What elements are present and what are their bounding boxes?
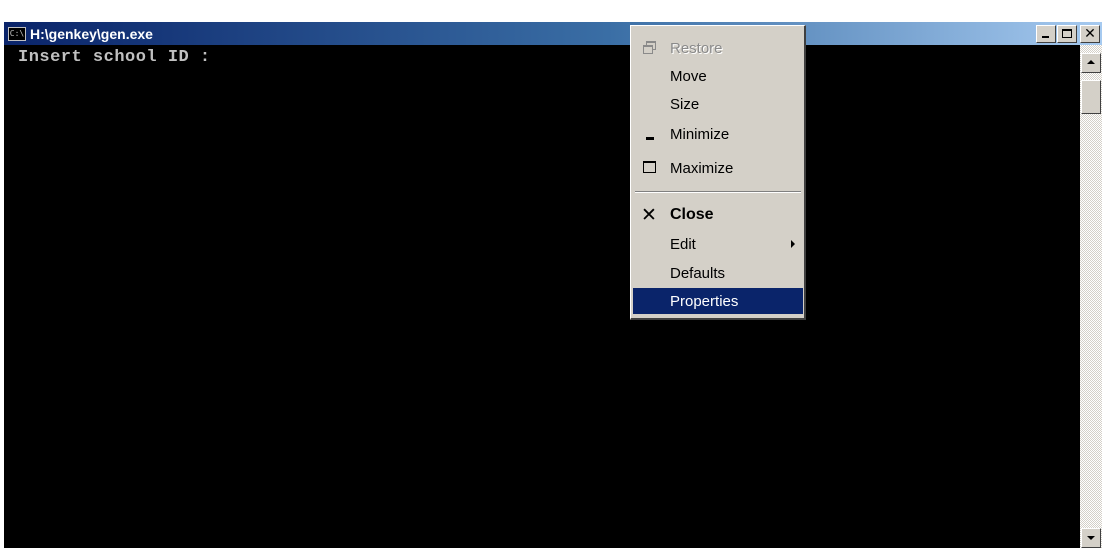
- maximize-icon: [1062, 29, 1072, 38]
- close-button[interactable]: ✕: [1080, 25, 1100, 43]
- menu-item-label: Move: [670, 67, 707, 85]
- scroll-down-button[interactable]: [1081, 528, 1101, 548]
- menu-item-defaults[interactable]: Defaults: [633, 260, 803, 286]
- menu-item-label: Close: [670, 206, 714, 223]
- scroll-up-button[interactable]: [1081, 53, 1101, 73]
- title-bar[interactable]: C:\ H:\genkey\gen.exe ✕: [4, 22, 1102, 45]
- submenu-arrow-icon: [791, 240, 795, 248]
- menu-item-label: Defaults: [670, 264, 726, 282]
- menu-item-label: Restore: [670, 39, 723, 57]
- menu-item-maximize[interactable]: Maximize: [633, 155, 803, 181]
- window-title: H:\genkey\gen.exe: [30, 25, 153, 42]
- menu-item-edit[interactable]: Edit: [633, 231, 803, 257]
- title-buttons: ✕: [1035, 25, 1100, 43]
- menu-item-minimize[interactable]: Minimize: [633, 121, 803, 147]
- console-app-icon[interactable]: C:\: [8, 26, 26, 41]
- menu-item-restore[interactable]: Restore: [633, 35, 803, 61]
- minimize-icon: [646, 137, 654, 140]
- system-menu: Restore Move Size Minimize Maximize ✕ Cl…: [630, 25, 806, 320]
- menu-item-size[interactable]: Size: [633, 91, 803, 117]
- maximize-button[interactable]: [1057, 25, 1077, 43]
- maximize-icon: [643, 161, 656, 173]
- close-icon: ✕: [1084, 26, 1096, 42]
- menu-separator: [635, 191, 801, 193]
- minimize-button[interactable]: [1036, 25, 1056, 43]
- close-icon: ✕: [641, 204, 657, 226]
- menu-item-label: Minimize: [670, 125, 730, 143]
- console-window[interactable]: [4, 22, 1102, 548]
- minimize-icon: [1042, 36, 1049, 38]
- menu-item-label: Maximize: [670, 159, 734, 177]
- vertical-scrollbar[interactable]: [1080, 45, 1102, 548]
- scroll-thumb[interactable]: [1081, 80, 1101, 114]
- menu-item-label: Properties: [670, 292, 739, 310]
- console-prompt: Insert school ID :: [18, 48, 211, 67]
- menu-item-close[interactable]: ✕ Close: [633, 202, 803, 228]
- restore-icon: [643, 41, 657, 55]
- menu-item-label: Edit: [670, 235, 696, 253]
- arrow-down-icon: [1087, 536, 1095, 540]
- arrow-up-icon: [1087, 60, 1095, 64]
- menu-item-label: Size: [670, 95, 700, 113]
- menu-item-move[interactable]: Move: [633, 63, 803, 89]
- menu-item-properties[interactable]: Properties: [633, 288, 803, 314]
